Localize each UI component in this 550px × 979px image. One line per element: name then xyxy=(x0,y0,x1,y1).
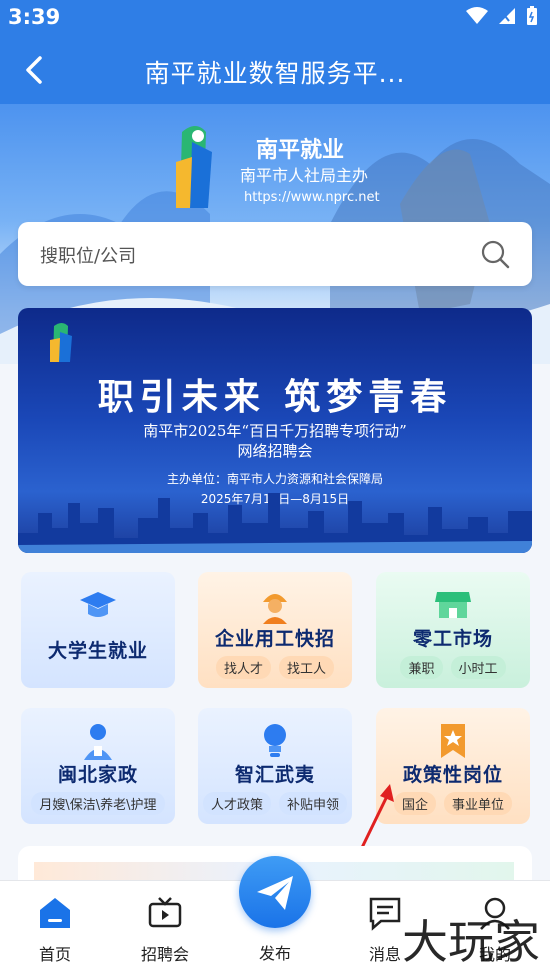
service-title: 闽北家政 xyxy=(57,764,138,786)
publish-button[interactable] xyxy=(239,856,311,928)
tag-housekeeping-types[interactable]: 月嫂\保洁\养老\护理 xyxy=(31,792,165,815)
service-title: 零工市场 xyxy=(412,628,493,650)
brand-logo xyxy=(176,126,212,208)
service-card-talent-wuyi[interactable]: 智汇武夷 人才政策 补贴申领 xyxy=(198,708,352,824)
banner-event-title: 南平市2025年“百日千万招聘专项行动” xyxy=(143,422,407,440)
bookmark-star-icon xyxy=(441,724,465,758)
battery-icon xyxy=(527,6,537,25)
service-tags: 兼职 小时工 xyxy=(376,656,530,679)
tag-find-workers[interactable]: 找工人 xyxy=(279,656,335,679)
search-bar[interactable]: 搜职位/公司 xyxy=(18,222,532,286)
message-icon xyxy=(369,897,401,931)
lightbulb-icon xyxy=(264,724,286,757)
worker-helmet-icon xyxy=(263,594,287,624)
publish-label: 发布 xyxy=(258,944,291,963)
promo-banner[interactable]: 职引未来 筑梦青春 南平市2025年“百日千万招聘专项行动” 网络招聘会 主办单… xyxy=(18,308,532,553)
brand-block: 南平就业 南平市人社局主办 https://www.nprc.net xyxy=(172,122,402,212)
tag-public-institution[interactable]: 事业单位 xyxy=(444,792,513,815)
graduation-cap-icon xyxy=(80,592,116,617)
tag-hourly[interactable]: 小时工 xyxy=(450,656,506,679)
home-icon xyxy=(40,898,70,928)
nav-home[interactable]: 首页 xyxy=(15,895,95,965)
page-title: 南平就业数智服务平... xyxy=(144,59,406,88)
watermark-text: 大玩家 xyxy=(402,915,540,969)
nav-job-fair[interactable]: 招聘会 xyxy=(125,895,205,965)
service-tags: 找人才 找工人 xyxy=(198,656,352,679)
banner-event-subtitle: 网络招聘会 xyxy=(237,442,313,460)
paper-plane-icon xyxy=(257,876,293,910)
brand-name: 南平就业 xyxy=(256,138,345,163)
service-title: 智汇武夷 xyxy=(234,764,315,786)
city-skyline xyxy=(18,493,532,553)
tag-find-talent[interactable]: 找人才 xyxy=(215,656,271,679)
brand-subtitle: 南平市人社局主办 xyxy=(240,166,369,185)
wifi-icon xyxy=(466,7,488,24)
tag-subsidy[interactable]: 补贴申领 xyxy=(279,792,348,815)
tag-talent-policy[interactable]: 人才政策 xyxy=(202,792,271,815)
app-header: 南平就业数智服务平... xyxy=(0,36,550,104)
service-card-gig-market[interactable]: 零工市场 兼职 小时工 xyxy=(376,572,530,688)
banner-slogan: 职引未来 筑梦青春 xyxy=(97,376,453,418)
search-placeholder: 搜职位/公司 xyxy=(40,246,137,267)
service-card-graduates[interactable]: 大学生就业 xyxy=(21,572,175,688)
tag-part-time[interactable]: 兼职 xyxy=(400,656,443,679)
tag-state-owned[interactable]: 国企 xyxy=(393,792,436,815)
brand-url: https://www.nprc.net xyxy=(244,190,380,205)
back-arrow-icon[interactable] xyxy=(18,50,54,90)
nav-home-label: 首页 xyxy=(38,945,71,964)
service-tags: 人才政策 补贴申领 xyxy=(198,792,352,815)
service-title: 企业用工快招 xyxy=(214,628,335,650)
tv-icon xyxy=(148,897,182,928)
housekeeper-icon xyxy=(84,724,112,760)
service-card-enterprise[interactable]: 企业用工快招 找人才 找工人 xyxy=(198,572,352,688)
search-icon[interactable] xyxy=(480,239,510,269)
service-tags: 月嫂\保洁\养老\护理 xyxy=(21,792,175,815)
status-icons xyxy=(466,6,538,26)
service-title: 大学生就业 xyxy=(47,640,148,662)
status-bar: 3:39 xyxy=(0,0,550,36)
service-card-housekeeping[interactable]: 闽北家政 月嫂\保洁\养老\护理 xyxy=(21,708,175,824)
banner-logo xyxy=(50,323,72,362)
status-time: 3:39 xyxy=(8,5,61,29)
store-icon xyxy=(435,592,471,618)
nav-job-fair-label: 招聘会 xyxy=(140,945,189,964)
signal-icon xyxy=(499,8,515,24)
